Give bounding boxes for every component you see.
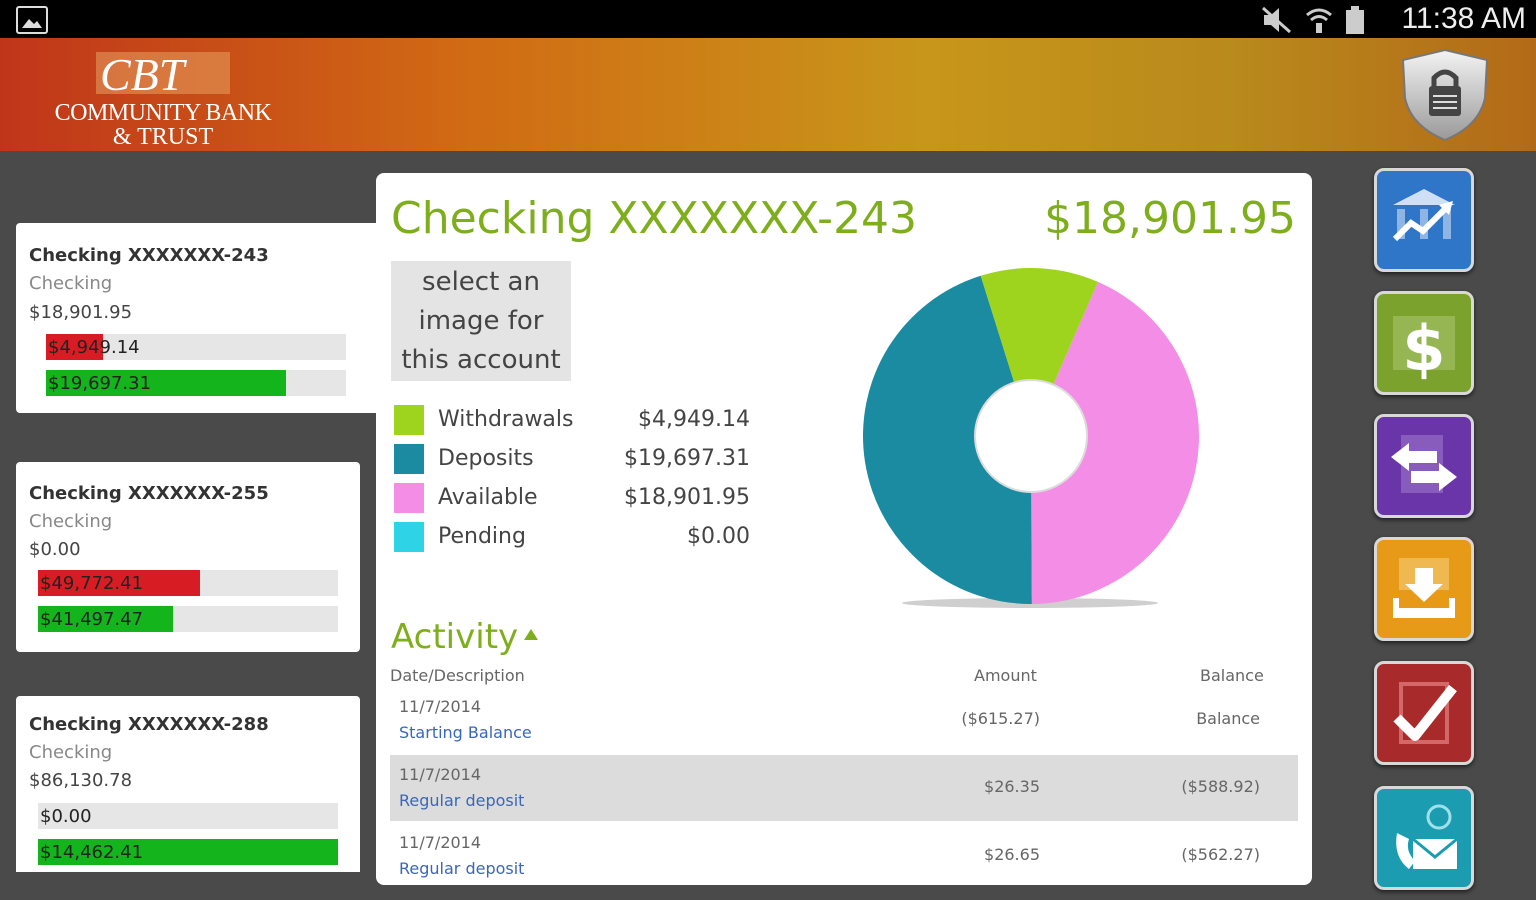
withdrawals-bar: $0.00 xyxy=(38,803,338,829)
row-balance: Balance xyxy=(1196,709,1260,728)
balance-donut-chart xyxy=(862,268,1199,608)
legend-value: $19,697.31 xyxy=(624,446,750,471)
activity-row[interactable]: 11/7/2014 Regular deposit $26.65 ($562.2… xyxy=(390,823,1298,885)
select-image-button[interactable]: select an image for this account xyxy=(391,261,571,381)
account-card-288[interactable]: Checking XXXXXXX-288 Checking $86,130.78… xyxy=(16,696,360,872)
deposits-bar-label: $14,462.41 xyxy=(40,842,144,863)
legend-pending: Pending $0.00 xyxy=(392,520,752,559)
contact-nav-button[interactable] xyxy=(1374,786,1474,890)
withdrawals-bar-label: $0.00 xyxy=(40,806,92,827)
deposits-bar-label: $19,697.31 xyxy=(48,373,152,394)
deposits-bar: $19,697.31 xyxy=(46,370,346,396)
approvals-nav-button[interactable] xyxy=(1374,661,1474,765)
deposits-bar-label: $41,497.47 xyxy=(40,609,144,630)
select-image-line1: select an xyxy=(422,267,540,297)
legend-label: Deposits xyxy=(438,446,534,471)
legend-value: $18,901.95 xyxy=(624,485,750,510)
checkmark-icon xyxy=(1393,682,1457,744)
account-type: Checking xyxy=(29,511,113,532)
deposits-bar: $41,497.47 xyxy=(38,606,338,632)
account-balance: $86,130.78 xyxy=(29,770,133,791)
legend-swatch xyxy=(394,444,424,474)
account-type: Checking xyxy=(29,742,113,763)
status-bar: 11:38 AM xyxy=(0,0,1536,38)
legend-deposits: Deposits $19,697.31 xyxy=(392,442,752,481)
logout-lock-button[interactable] xyxy=(1397,46,1493,142)
legend-swatch xyxy=(394,405,424,435)
status-time: 11:38 AM xyxy=(1401,2,1526,35)
bank-name-line2: & TRUST xyxy=(112,124,214,150)
wifi-icon xyxy=(1306,8,1332,33)
row-balance: ($588.92) xyxy=(1181,777,1260,796)
withdrawals-bar: $49,772.41 xyxy=(38,570,338,596)
deposit-download-icon xyxy=(1393,558,1455,618)
battery-icon xyxy=(1346,6,1364,34)
accounts-nav-button[interactable] xyxy=(1374,168,1474,272)
status-icons xyxy=(1260,5,1366,35)
account-amount: $18,901.95 xyxy=(1044,193,1296,244)
account-balance: $0.00 xyxy=(29,539,81,560)
select-image-line3: this account xyxy=(401,345,561,375)
activity-row[interactable]: 11/7/2014 Regular deposit $26.35 ($588.9… xyxy=(390,755,1298,821)
row-date: 11/7/2014 xyxy=(399,833,482,852)
mute-icon xyxy=(1262,6,1291,34)
row-amount: $26.65 xyxy=(984,845,1040,864)
account-name: Checking XXXXXXX-255 xyxy=(29,483,269,504)
legend-swatch xyxy=(394,483,424,513)
account-detail-panel: Checking XXXXXXX-243 $18,901.95 select a… xyxy=(376,173,1312,885)
account-title: Checking XXXXXXX-243 xyxy=(391,193,918,244)
pay-bills-nav-button[interactable]: $ xyxy=(1374,291,1474,395)
transfer-arrows-icon xyxy=(1391,435,1457,493)
chart-legend: Withdrawals $4,949.14 Deposits $19,697.3… xyxy=(392,403,752,559)
deposit-nav-button[interactable] xyxy=(1374,537,1474,641)
row-description[interactable]: Regular deposit xyxy=(399,791,524,810)
donut-hole xyxy=(974,379,1088,493)
account-name: Checking XXXXXXX-243 xyxy=(29,245,269,266)
withdrawals-bar: $4,949.14 xyxy=(46,334,346,360)
account-balance: $18,901.95 xyxy=(29,302,133,323)
legend-label: Available xyxy=(438,485,538,510)
contact-mail-icon xyxy=(1396,804,1458,869)
row-amount: ($615.27) xyxy=(961,709,1040,728)
activity-title[interactable]: Activity xyxy=(391,617,518,657)
svg-text:$: $ xyxy=(1402,312,1445,382)
transfer-nav-button[interactable] xyxy=(1374,414,1474,518)
bank-logo[interactable]: CBT COMMUNITY BANK & TRUST xyxy=(38,48,288,150)
cbt-logo-mark: CBT xyxy=(96,49,230,96)
legend-label: Withdrawals xyxy=(438,407,574,432)
account-name: Checking XXXXXXX-288 xyxy=(29,714,269,735)
legend-value: $0.00 xyxy=(687,524,750,549)
header-balance: Balance xyxy=(1200,666,1264,685)
legend-label: Pending xyxy=(438,524,526,549)
account-card-243[interactable]: Checking XXXXXXX-243 Checking $18,901.95… xyxy=(16,223,378,413)
withdrawals-bar-label: $49,772.41 xyxy=(40,573,144,594)
dollar-icon: $ xyxy=(1393,312,1455,382)
row-amount: $26.35 xyxy=(984,777,1040,796)
row-description[interactable]: Starting Balance xyxy=(399,723,532,742)
row-date: 11/7/2014 xyxy=(399,697,482,716)
select-image-line2: image for xyxy=(418,306,544,336)
gallery-icon xyxy=(16,6,48,34)
app-header: CBT COMMUNITY BANK & TRUST xyxy=(0,38,1536,151)
deposits-bar: $14,462.41 xyxy=(38,839,338,865)
header-date-description: Date/Description xyxy=(390,666,525,685)
legend-available: Available $18,901.95 xyxy=(392,481,752,520)
account-card-255[interactable]: Checking XXXXXXX-255 Checking $0.00 $49,… xyxy=(16,462,360,652)
legend-value: $4,949.14 xyxy=(638,407,750,432)
bank-name-line1: COMMUNITY BANK xyxy=(54,100,272,126)
row-balance: ($562.27) xyxy=(1181,845,1260,864)
account-type: Checking xyxy=(29,273,113,294)
collapse-caret-icon[interactable] xyxy=(524,629,538,640)
row-description[interactable]: Regular deposit xyxy=(399,859,524,878)
activity-row[interactable]: 11/7/2014 Starting Balance ($615.27) Bal… xyxy=(390,687,1298,753)
row-date: 11/7/2014 xyxy=(399,765,482,784)
withdrawals-bar-label: $4,949.14 xyxy=(48,337,140,358)
header-amount: Amount xyxy=(974,666,1037,685)
legend-swatch xyxy=(394,522,424,552)
lock-shield-icon xyxy=(1401,48,1489,142)
legend-withdrawals: Withdrawals $4,949.14 xyxy=(392,403,752,442)
svg-text:CBT: CBT xyxy=(100,49,188,96)
bank-chart-icon xyxy=(1392,189,1455,242)
